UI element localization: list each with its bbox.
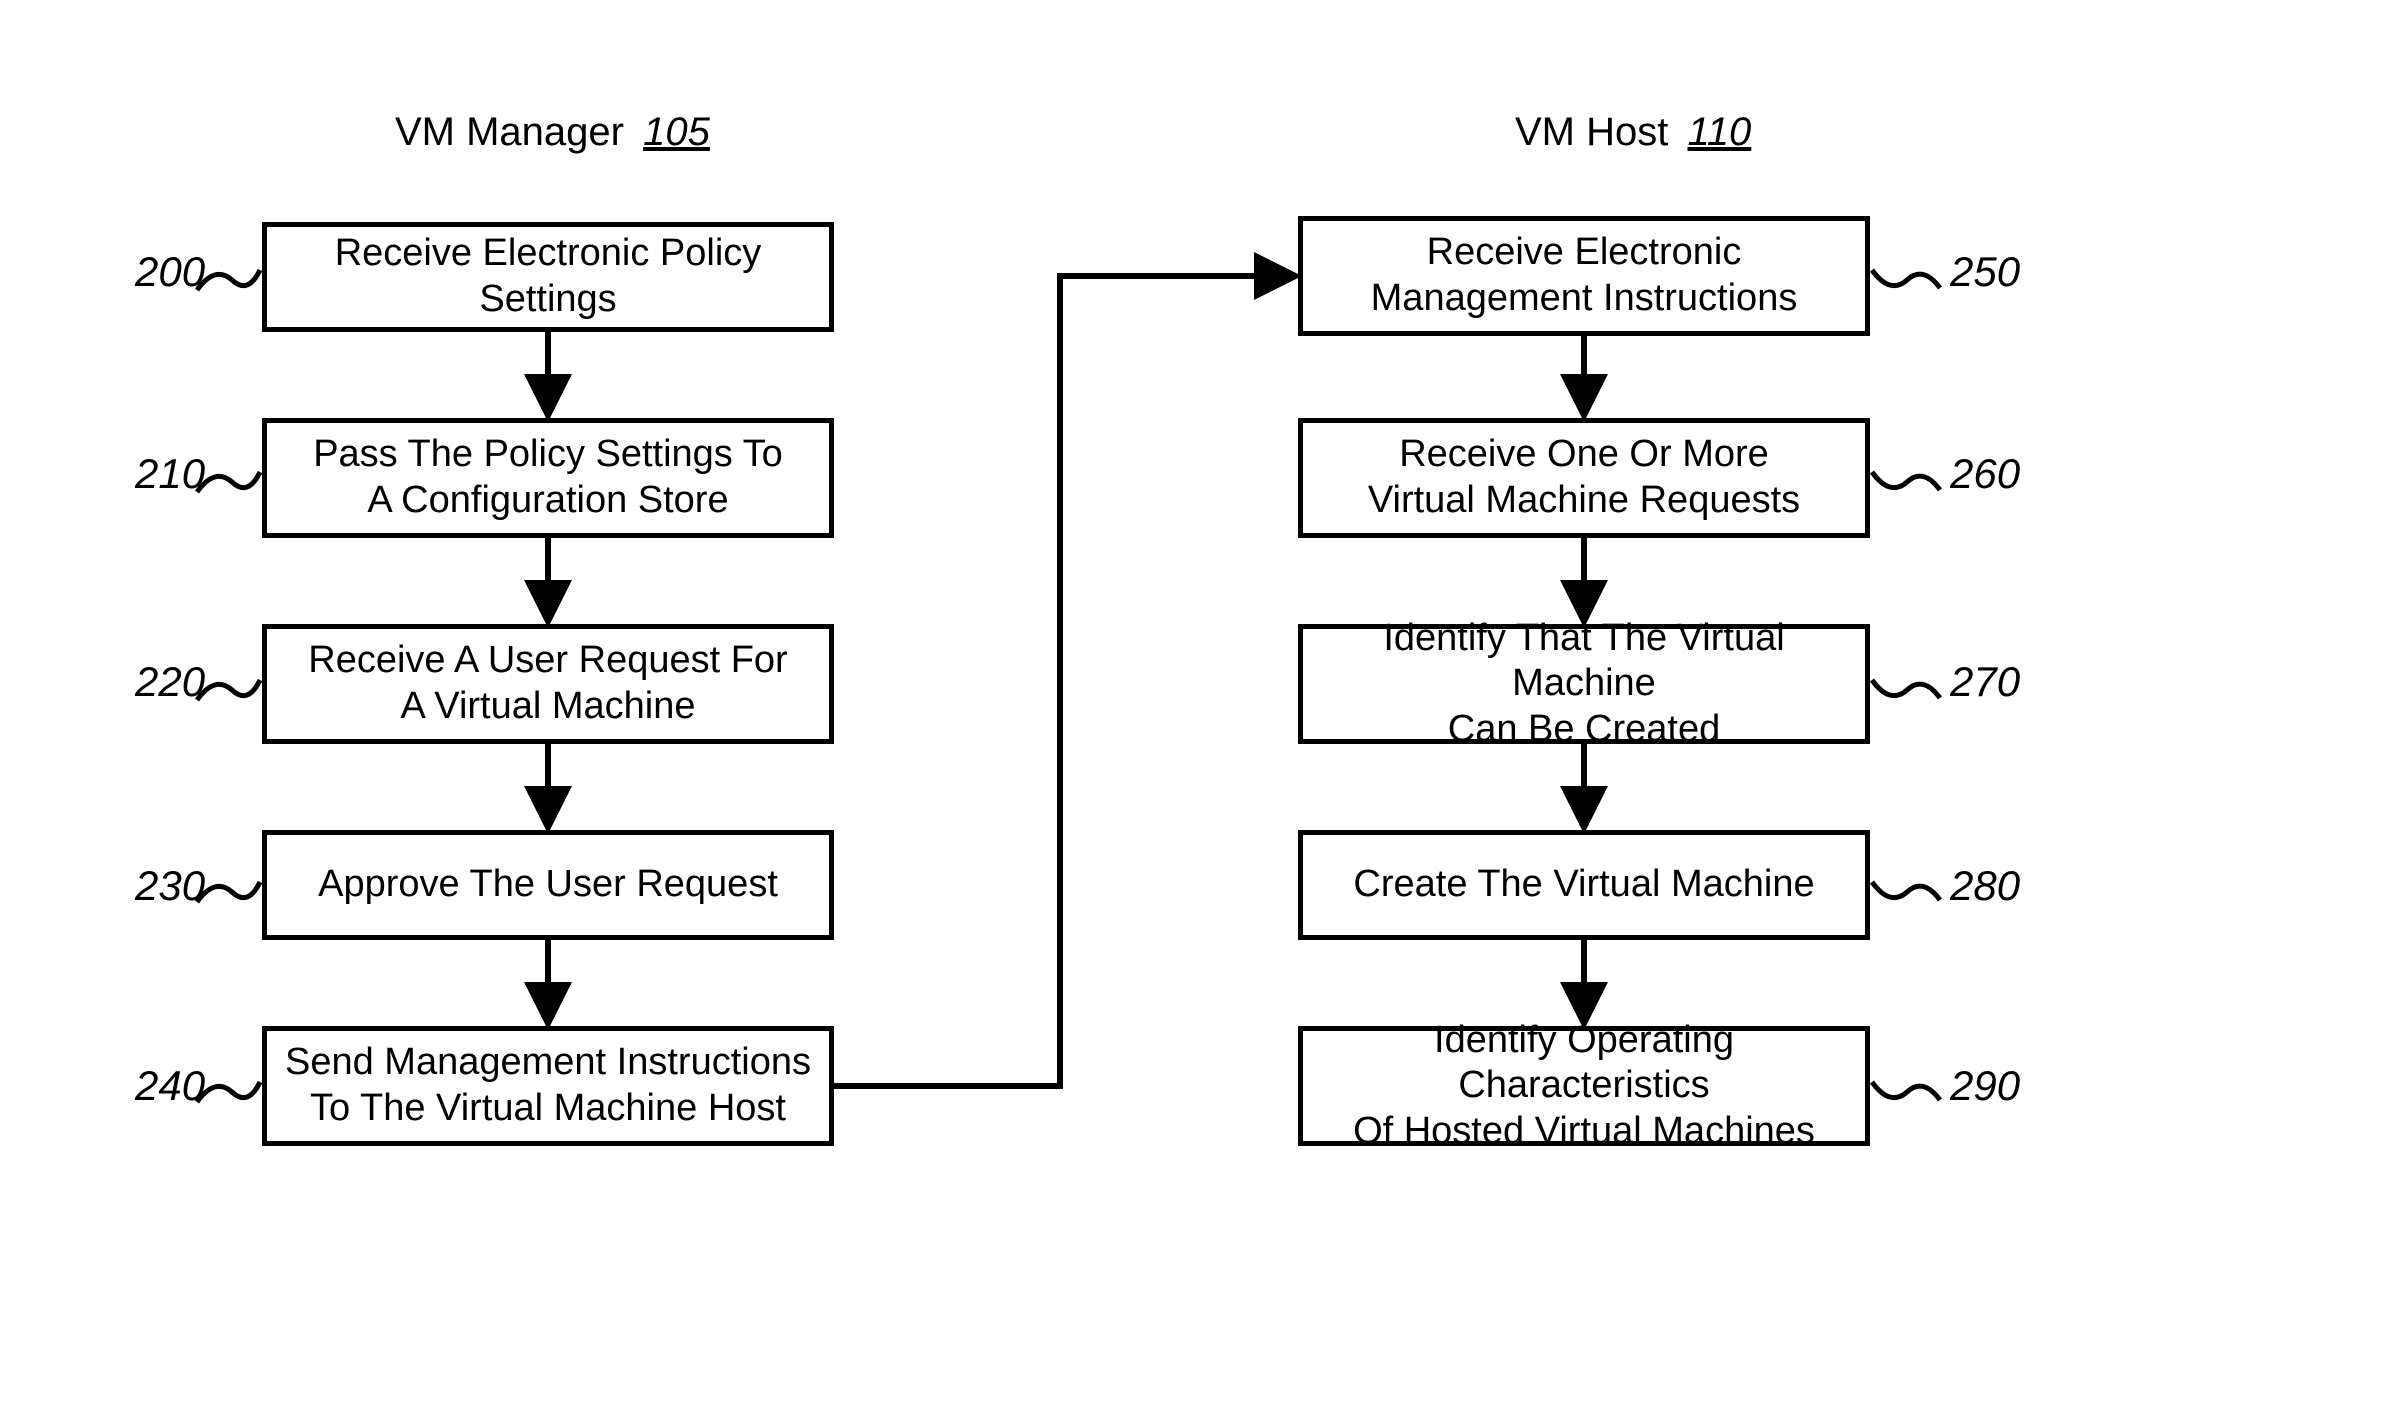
- heading-vm-host-title: VM Host: [1515, 110, 1668, 154]
- box-200-text: Receive Electronic Policy Settings: [283, 231, 813, 322]
- box-240-text: Send Management InstructionsTo The Virtu…: [285, 1040, 811, 1131]
- heading-vm-manager-ref: 105: [643, 110, 710, 154]
- box-270-text: Identify That The Virtual MachineCan Be …: [1319, 616, 1849, 753]
- ref-label-250: 250: [1950, 248, 2020, 296]
- heading-vm-manager-title: VM Manager: [395, 110, 624, 154]
- heading-vm-host: VM Host 110: [1515, 110, 1751, 155]
- box-290: Identify Operating CharacteristicsOf Hos…: [1298, 1026, 1870, 1146]
- ref-label-220: 220: [135, 658, 205, 706]
- box-220: Receive A User Request ForA Virtual Mach…: [262, 624, 834, 744]
- box-200: Receive Electronic Policy Settings: [262, 222, 834, 332]
- box-270: Identify That The Virtual MachineCan Be …: [1298, 624, 1870, 744]
- box-210: Pass The Policy Settings ToA Configurati…: [262, 418, 834, 538]
- ref-label-280: 280: [1950, 862, 2020, 910]
- ref-label-290: 290: [1950, 1062, 2020, 1110]
- ref-label-210: 210: [135, 450, 205, 498]
- box-250: Receive ElectronicManagement Instruction…: [1298, 216, 1870, 336]
- box-280: Create The Virtual Machine: [1298, 830, 1870, 940]
- ref-label-260: 260: [1950, 450, 2020, 498]
- box-280-text: Create The Virtual Machine: [1353, 862, 1814, 908]
- box-260-text: Receive One Or MoreVirtual Machine Reque…: [1368, 432, 1800, 523]
- box-220-text: Receive A User Request ForA Virtual Mach…: [308, 638, 787, 729]
- ref-label-240: 240: [135, 1062, 205, 1110]
- box-260: Receive One Or MoreVirtual Machine Reque…: [1298, 418, 1870, 538]
- box-210-text: Pass The Policy Settings ToA Configurati…: [313, 432, 783, 523]
- ref-label-230: 230: [135, 862, 205, 910]
- box-250-text: Receive ElectronicManagement Instruction…: [1371, 230, 1798, 321]
- box-290-text: Identify Operating CharacteristicsOf Hos…: [1319, 1018, 1849, 1155]
- box-240: Send Management InstructionsTo The Virtu…: [262, 1026, 834, 1146]
- heading-vm-host-ref: 110: [1687, 110, 1751, 154]
- ref-label-270: 270: [1950, 658, 2020, 706]
- box-230-text: Approve The User Request: [318, 862, 778, 908]
- box-230: Approve The User Request: [262, 830, 834, 940]
- heading-vm-manager: VM Manager 105: [395, 110, 710, 155]
- ref-label-200: 200: [135, 248, 205, 296]
